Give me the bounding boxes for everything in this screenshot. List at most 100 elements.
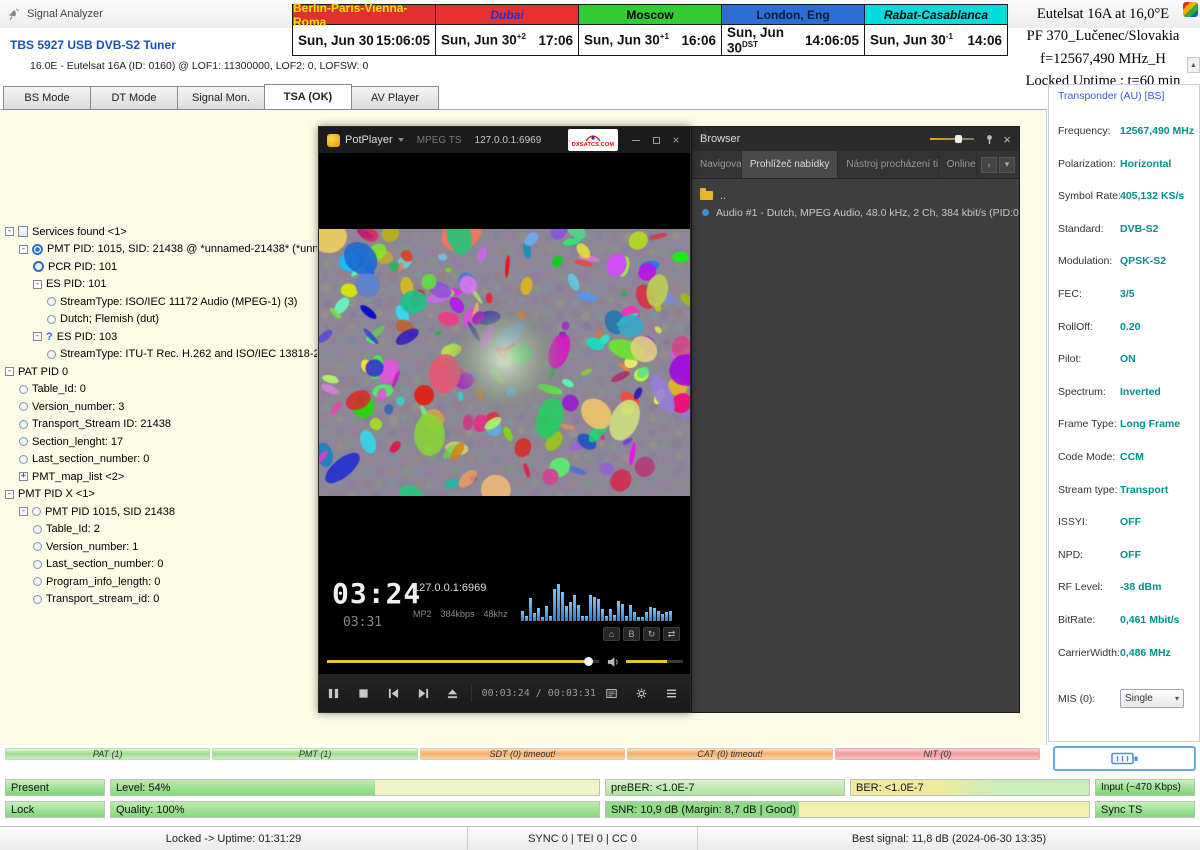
slider-knob[interactable] [955, 135, 962, 143]
tab-bs-mode[interactable]: BS Mode [3, 86, 91, 110]
collapse-icon[interactable]: - [19, 507, 28, 516]
device-button[interactable] [1053, 746, 1196, 771]
playlist-button[interactable] [596, 688, 626, 699]
next-button[interactable] [408, 674, 438, 712]
seek-knob[interactable] [584, 657, 593, 666]
pid-bar-nit-0: NIT (0) [835, 748, 1040, 760]
tree-item[interactable]: -PMT PID: 1015, SID: 21438 @ *unnamed-21… [5, 241, 317, 259]
dxsatcs-logo-text: DXSATCS.COM [572, 142, 614, 148]
tree-item[interactable]: -PMT PID X <1> [5, 486, 317, 504]
tree-item[interactable]: Program_info_length: 0 [5, 573, 317, 591]
volume-slider[interactable] [626, 660, 683, 663]
tree-item[interactable]: Table_Id: 0 [5, 381, 317, 399]
player-minimize-button[interactable] [626, 131, 646, 149]
browser-tab-prohl-e-nab-dky[interactable]: Prohlížeč nabídky [742, 151, 839, 178]
tree-item[interactable]: PCR PID: 101 [5, 258, 317, 276]
mis-dropdown[interactable]: Single ▾ [1120, 689, 1184, 708]
tree-item[interactable]: +PMT_map_list <2> [5, 468, 317, 486]
potplayer-menu[interactable]: PotPlayer [345, 134, 404, 146]
collapse-icon[interactable]: - [5, 490, 14, 499]
bullet-icon [19, 420, 28, 429]
tab-dt-mode[interactable]: DT Mode [90, 86, 178, 110]
tab-tsa-ok[interactable]: TSA (OK) [264, 84, 352, 110]
transponder-value: Long Frame [1120, 418, 1180, 449]
tree-item[interactable]: Version_number: 1 [5, 538, 317, 556]
collapse-icon[interactable]: - [5, 367, 14, 376]
tab-scroll-button[interactable]: › [981, 157, 997, 173]
satellite-name: Eutelsat 16A at 16,0°E [1006, 3, 1200, 25]
stop-button[interactable] [349, 674, 379, 712]
tree-label: PMT PID X <1> [18, 488, 95, 500]
browser-tab-online[interactable]: Online [939, 151, 977, 178]
browser-close-button[interactable]: × [1003, 132, 1011, 147]
tree-label: PMT PID 1015, SID 21438 [45, 506, 175, 518]
expand-icon[interactable]: + [19, 472, 28, 481]
eject-button[interactable] [438, 674, 468, 712]
browser-tab-navigovat[interactable]: Navigovat [692, 151, 742, 178]
level-bar: Level: 54% [110, 779, 600, 796]
tree-item[interactable]: Dutch; Flemish (dut) [5, 311, 317, 329]
browser-tab-n-stroj-proch-zen-titulk[interactable]: Nástroj procházení titulků [838, 151, 938, 178]
tree-item[interactable]: Last_section_number: 0 [5, 451, 317, 469]
tree-item[interactable]: Version_number: 3 [5, 398, 317, 416]
tree-item[interactable]: -Services found <1> [5, 223, 317, 241]
signal-analyzer-app: Signal Analyzer Berlin-Paris-Vienna-Roma… [0, 0, 1200, 850]
transponder-row-spectrum: Spectrum:Inverted [1049, 384, 1199, 417]
ab-repeat-button[interactable]: B [623, 627, 640, 641]
collapse-icon[interactable]: - [33, 332, 42, 341]
previous-button[interactable] [378, 674, 408, 712]
browser-opacity-slider[interactable] [930, 134, 974, 144]
settings-gear-icon[interactable] [626, 688, 656, 699]
shuffle-button[interactable]: ⇄ [663, 627, 680, 641]
home-button[interactable]: ⌂ [603, 627, 620, 641]
tab-list-button[interactable]: ▾ [999, 157, 1015, 173]
tab-signal-mon[interactable]: Signal Mon. [177, 86, 265, 110]
tree-item[interactable]: Section_lenght: 17 [5, 433, 317, 451]
tree-item[interactable]: -PAT PID 0 [5, 363, 317, 381]
tree-item[interactable]: Table_Id: 2 [5, 521, 317, 539]
clock-date: Sun, Jun 30+1 [584, 32, 669, 48]
volume-icon[interactable] [607, 655, 620, 673]
menu-button[interactable] [656, 688, 686, 699]
collapse-icon[interactable]: - [5, 227, 14, 236]
transponder-value: ON [1120, 353, 1136, 384]
seek-bar[interactable] [327, 660, 599, 663]
potplayer-titlebar[interactable]: PotPlayer MPEG TS 127.0.0.1:6969 DXSATCS… [319, 127, 690, 153]
browser-item[interactable]: Audio #1 - Dutch, MPEG Audio, 48.0 kHz, … [692, 204, 1019, 221]
dxsatcs-dish-icon [583, 133, 603, 142]
tree-item[interactable]: -?ES PID: 103 [5, 328, 317, 346]
tree-item[interactable]: Transport_Stream ID: 21438 [5, 416, 317, 434]
preber-bar: preBER: <1.0E-7 [605, 779, 845, 796]
lock-indicator: Lock [5, 801, 105, 818]
pin-icon[interactable] [984, 134, 995, 145]
seek-row [319, 649, 690, 673]
tree-item[interactable]: -ES PID: 101 [5, 276, 317, 294]
elapsed-time: 03:24 [332, 577, 421, 610]
browser-titlebar[interactable]: Browser × [692, 127, 1019, 151]
player-close-button[interactable]: × [666, 131, 686, 149]
tree-item[interactable]: Transport_stream_id: 0 [5, 591, 317, 609]
browser-item[interactable]: .. [692, 187, 1019, 204]
bullet-icon [33, 577, 42, 586]
question-icon: ? [46, 331, 53, 343]
tree-item[interactable]: StreamType: ISO/IEC 11172 Audio (MPEG-1)… [5, 293, 317, 311]
transponder-label: NPD: [1058, 549, 1120, 580]
scroll-up-button[interactable]: ▲ [1187, 57, 1200, 73]
player-maximize-button[interactable] [646, 131, 666, 149]
collapse-icon[interactable]: - [19, 245, 28, 254]
pause-button[interactable] [319, 674, 349, 712]
tree-item[interactable]: - PMT PID 1015, SID 21438 [5, 503, 317, 521]
tree-label: Table_Id: 2 [46, 523, 100, 535]
tree-item[interactable]: Last_section_number: 0 [5, 556, 317, 574]
tab-av-player[interactable]: AV Player [351, 86, 439, 110]
tree-item[interactable]: StreamType: ITU-T Rec. H.262 and ISO/IEC… [5, 346, 317, 364]
tree-label: StreamType: ITU-T Rec. H.262 and ISO/IEC… [60, 348, 317, 360]
browser-tabs: NavigovatProhlížeč nabídkyNástroj prochá… [692, 151, 1019, 179]
clock-date: Sun, Jun 30+2 [441, 32, 526, 48]
pid-bar-sdt-0-timeout: SDT (0) timeout! [420, 748, 625, 760]
collapse-icon[interactable]: - [33, 280, 42, 289]
quality-bar: Quality: 100% [110, 801, 600, 818]
sync-indicator: Sync TS [1095, 801, 1195, 818]
input-indicator: Input (~470 Kbps) [1095, 779, 1195, 796]
repeat-button[interactable]: ↻ [643, 627, 660, 641]
